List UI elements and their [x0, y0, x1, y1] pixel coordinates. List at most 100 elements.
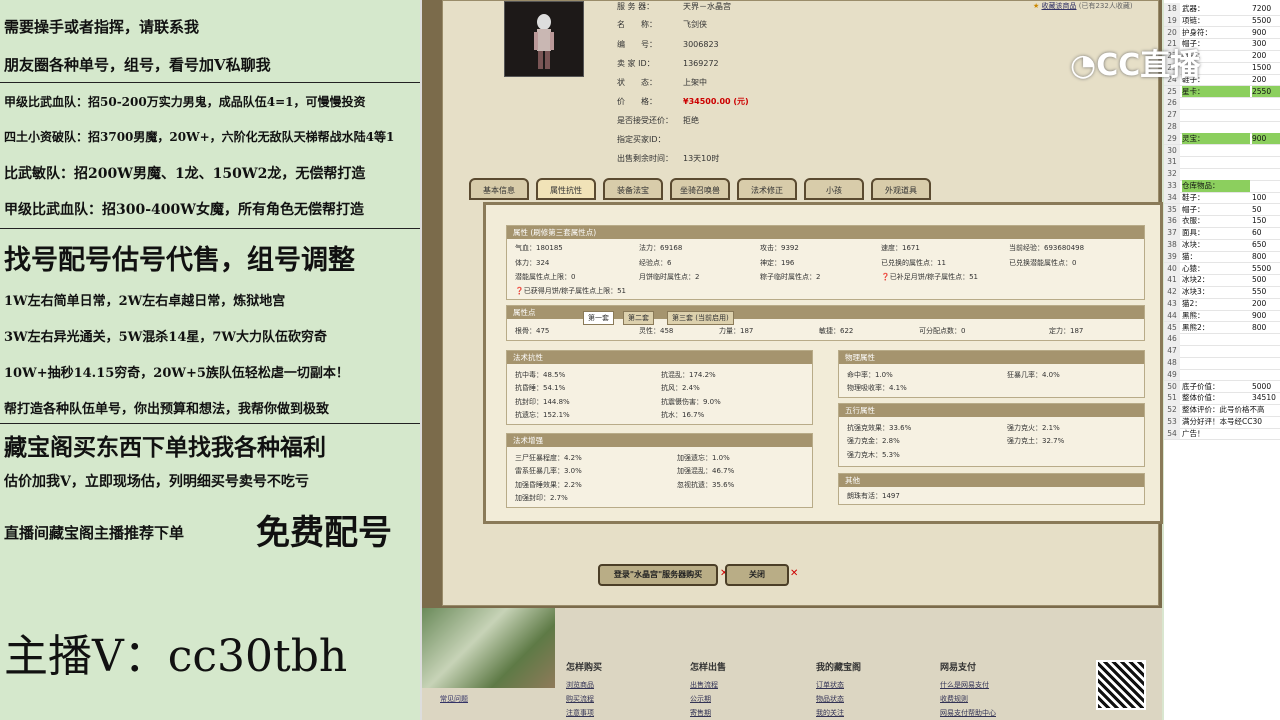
- sheet-cell-label[interactable]: 心猿：: [1182, 263, 1250, 275]
- sheet-row[interactable]: 26: [1164, 97, 1280, 110]
- sheet-cell-value[interactable]: 800: [1252, 251, 1280, 263]
- sheet-cell-value[interactable]: 34510: [1252, 392, 1280, 404]
- sheet-row[interactable]: 51 整体价值： 34510: [1164, 392, 1280, 405]
- close-button[interactable]: 关闭: [725, 564, 789, 586]
- footer-link[interactable]: 浏览商品: [566, 680, 594, 690]
- sheet-cell-value[interactable]: 900: [1252, 27, 1280, 39]
- sheet-cell-label[interactable]: 整体价值：: [1182, 392, 1250, 404]
- tab-attributes[interactable]: 属性抗性: [536, 178, 596, 200]
- sheet-cell-value[interactable]: 50: [1252, 204, 1280, 216]
- sheet-cell-value[interactable]: 150: [1252, 215, 1280, 227]
- sheet-cell-value[interactable]: 100: [1252, 192, 1280, 204]
- favorite-link[interactable]: ★ 收藏该商品 (已有232人收藏): [1033, 1, 1133, 11]
- footer-link[interactable]: 我的关注: [816, 708, 844, 718]
- sheet-cell-value[interactable]: 650: [1252, 239, 1280, 251]
- sheet-row[interactable]: 34 鞋子： 100: [1164, 191, 1280, 205]
- subtab-set-1[interactable]: 第一套: [583, 311, 614, 325]
- game-scene-thumbnail[interactable]: [422, 608, 555, 688]
- footer-link[interactable]: 收费规则: [940, 694, 968, 704]
- help-icon[interactable]: ❓: [515, 287, 524, 295]
- sheet-cell-label[interactable]: 黑熊2：: [1182, 322, 1250, 334]
- sheet-cell-label[interactable]: 猫：: [1182, 251, 1250, 263]
- sheet-row[interactable]: 45 黑熊2： 800: [1164, 321, 1280, 335]
- sheet-cell-value[interactable]: 7200: [1252, 3, 1280, 15]
- sheet-cell-value[interactable]: 5500: [1252, 15, 1280, 27]
- footer-link[interactable]: 什么是网易支付: [940, 680, 989, 690]
- sheet-row[interactable]: 52 整体评价：此号价格不高: [1164, 404, 1280, 417]
- buy-on-server-button[interactable]: 登录"水晶宫"服务器购买: [598, 564, 718, 586]
- sheet-row[interactable]: 42 冰块3： 550: [1164, 286, 1280, 299]
- sheet-row[interactable]: 38 冰块： 650: [1164, 239, 1280, 252]
- sheet-row[interactable]: 35 帽子： 50: [1164, 203, 1280, 217]
- footer-link[interactable]: 网易支付帮助中心: [940, 708, 996, 718]
- sheet-row[interactable]: 46: [1164, 333, 1280, 346]
- footer-link[interactable]: 订单状态: [816, 680, 844, 690]
- sheet-cell-label[interactable]: 衣服：: [1182, 215, 1250, 227]
- sheet-row[interactable]: 18 武器： 7200: [1164, 3, 1280, 16]
- footer-link[interactable]: 购买流程: [566, 694, 594, 704]
- sheet-cell-value[interactable]: 5500: [1252, 263, 1280, 275]
- sheet-cell-value[interactable]: 200: [1252, 74, 1280, 86]
- sheet-cell-value[interactable]: 900: [1252, 310, 1280, 322]
- sheet-cell-label[interactable]: 冰块3：: [1182, 286, 1250, 298]
- sheet-cell-label[interactable]: 护身符：: [1182, 27, 1250, 39]
- footer-link[interactable]: 出售流程: [690, 680, 718, 690]
- sheet-cell-value[interactable]: 300: [1252, 38, 1280, 50]
- footer-link[interactable]: 物品状态: [816, 694, 844, 704]
- sheet-cell-value[interactable]: 5000: [1252, 381, 1280, 393]
- sheet-row[interactable]: 28: [1164, 121, 1280, 134]
- sheet-row[interactable]: 30: [1164, 144, 1280, 158]
- sheet-row[interactable]: 49: [1164, 368, 1280, 382]
- sheet-row[interactable]: 20 护身符： 900: [1164, 26, 1280, 40]
- sheet-cell-label[interactable]: 广告！: [1182, 428, 1280, 440]
- sheet-cell-value[interactable]: 1500: [1252, 62, 1280, 74]
- sheet-cell-label[interactable]: 项链：: [1182, 15, 1250, 27]
- sheet-row[interactable]: 50 底子价值： 5000: [1164, 380, 1280, 394]
- sheet-row[interactable]: 27: [1164, 109, 1280, 122]
- subtab-set-3[interactable]: 第三套 (当前启用): [667, 311, 734, 325]
- sheet-cell-value[interactable]: 200: [1252, 50, 1280, 62]
- footer-link[interactable]: 公示期: [690, 694, 711, 704]
- close-x-icon[interactable]: ✕: [790, 568, 798, 579]
- sheet-row[interactable]: 31: [1164, 156, 1280, 169]
- sheet-cell-label[interactable]: 帽子：: [1182, 204, 1250, 216]
- sheet-cell-label[interactable]: 黑熊：: [1182, 310, 1250, 322]
- sheet-row[interactable]: 19 项链： 5500: [1164, 14, 1280, 28]
- sheet-cell-label[interactable]: 满分好评！本号经CC30: [1182, 416, 1280, 428]
- footer-link[interactable]: 寄售期: [690, 708, 711, 718]
- sheet-row[interactable]: 44 黑熊： 900: [1164, 309, 1280, 323]
- sheet-row[interactable]: 32: [1164, 168, 1280, 181]
- sheet-row[interactable]: 36 衣服： 150: [1164, 215, 1280, 228]
- help-icon[interactable]: ❓: [881, 273, 890, 281]
- sheet-cell-label[interactable]: 灵宝：: [1182, 132, 1250, 145]
- sheet-cell-label[interactable]: 猫2：: [1182, 298, 1250, 310]
- tab-spell-mods[interactable]: 法术修正: [737, 178, 797, 200]
- sheet-row[interactable]: 37 面具： 60: [1164, 227, 1280, 240]
- sheet-row[interactable]: 48: [1164, 357, 1280, 370]
- sheet-cell-value[interactable]: 60: [1252, 227, 1280, 239]
- sheet-cell-value[interactable]: 200: [1252, 298, 1280, 310]
- sheet-cell-label[interactable]: 仓库物品：: [1182, 180, 1250, 192]
- sheet-row[interactable]: 41 冰块2： 500: [1164, 274, 1280, 287]
- subtab-set-2[interactable]: 第二套: [623, 311, 654, 325]
- sheet-cell-label[interactable]: 武器：: [1182, 3, 1250, 15]
- sheet-row[interactable]: 47: [1164, 345, 1280, 358]
- sheet-row[interactable]: 54 广告！: [1164, 427, 1280, 441]
- sheet-cell-label[interactable]: 面具：: [1182, 227, 1250, 239]
- sheet-cell-value[interactable]: 500: [1252, 274, 1280, 286]
- sheet-row[interactable]: 40 心猿： 5500: [1164, 262, 1280, 276]
- sheet-cell-value[interactable]: 900: [1252, 132, 1280, 145]
- sheet-cell-label[interactable]: 冰块：: [1182, 239, 1250, 251]
- sheet-row[interactable]: 33 仓库物品：: [1164, 180, 1280, 193]
- faq-link[interactable]: 常见问题: [440, 694, 468, 704]
- tab-child[interactable]: 小孩: [804, 178, 864, 200]
- sheet-cell-label[interactable]: 鞋子：: [1182, 192, 1250, 204]
- sheet-cell-value[interactable]: 550: [1252, 286, 1280, 298]
- sheet-cell-label[interactable]: 底子价值：: [1182, 381, 1250, 393]
- tab-equipment[interactable]: 装备法宝: [603, 178, 663, 200]
- sheet-row[interactable]: 43 猫2： 200: [1164, 298, 1280, 311]
- sheet-row[interactable]: 29 灵宝： 900: [1164, 132, 1280, 146]
- footer-link[interactable]: 注意事项: [566, 708, 594, 718]
- sheet-cell-value[interactable]: 800: [1252, 322, 1280, 334]
- tab-basic-info[interactable]: 基本信息: [469, 178, 529, 200]
